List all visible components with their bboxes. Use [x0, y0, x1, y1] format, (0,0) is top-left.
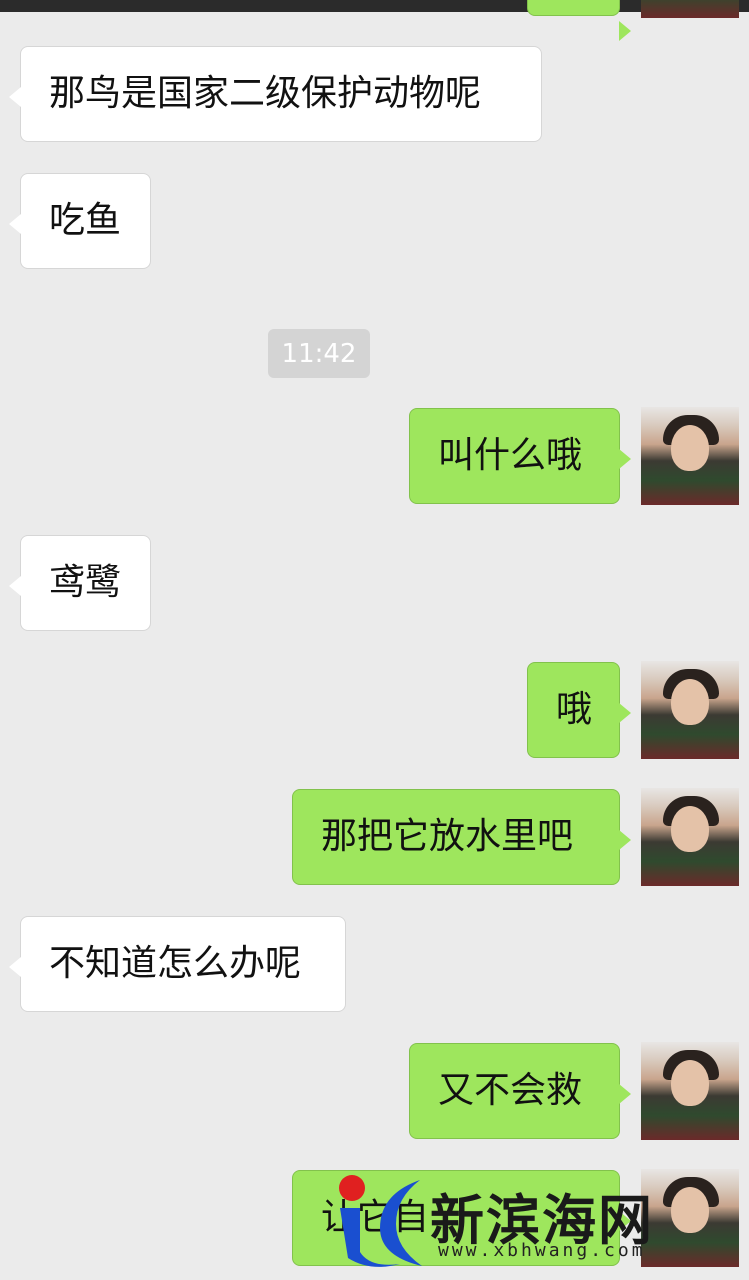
- avatar-face: [671, 679, 709, 725]
- watermark-logo-icon: [339, 1175, 422, 1267]
- site-watermark: 新滨海网 www.xbhwang.com: [330, 1172, 730, 1272]
- avatar-face: [671, 1060, 709, 1106]
- message-bubble-cutoff[interactable]: [527, 0, 631, 41]
- message-bubble-outgoing[interactable]: 那把它放水里吧: [292, 789, 631, 885]
- message-text: 那把它放水里吧: [321, 816, 574, 857]
- message-text: 叫什么哦: [438, 435, 583, 476]
- avatar[interactable]: [641, 0, 739, 18]
- avatar-face: [671, 806, 709, 852]
- message-timestamp: 11:42: [268, 329, 370, 378]
- message-bubble-incoming[interactable]: 那鸟是国家二级保护动物呢: [9, 46, 542, 142]
- message-bubble-outgoing[interactable]: 哦: [527, 662, 631, 758]
- avatar[interactable]: [641, 661, 739, 759]
- avatar[interactable]: [641, 788, 739, 886]
- message-text: 那鸟是国家二级保护动物呢: [49, 73, 482, 114]
- message-bubble-incoming[interactable]: 鸢鹭: [9, 535, 151, 631]
- message-bubble-outgoing[interactable]: 又不会救: [409, 1043, 631, 1139]
- avatar-face: [671, 425, 709, 471]
- message-text: 吃鱼: [49, 200, 122, 241]
- message-text: 鸢鹭: [49, 562, 122, 603]
- message-text: 不知道怎么办呢: [49, 943, 302, 984]
- status-bar: [0, 0, 749, 12]
- message-bubble-incoming[interactable]: 不知道怎么办呢: [9, 916, 346, 1012]
- message-bubble-outgoing[interactable]: 叫什么哦: [409, 408, 631, 504]
- avatar[interactable]: [641, 1042, 739, 1140]
- message-text: 又不会救: [438, 1070, 583, 1111]
- avatar[interactable]: [641, 407, 739, 505]
- message-text: 哦: [556, 689, 593, 730]
- watermark-url: www.xbhwang.com: [438, 1240, 646, 1261]
- message-bubble-incoming[interactable]: 吃鱼: [9, 173, 151, 269]
